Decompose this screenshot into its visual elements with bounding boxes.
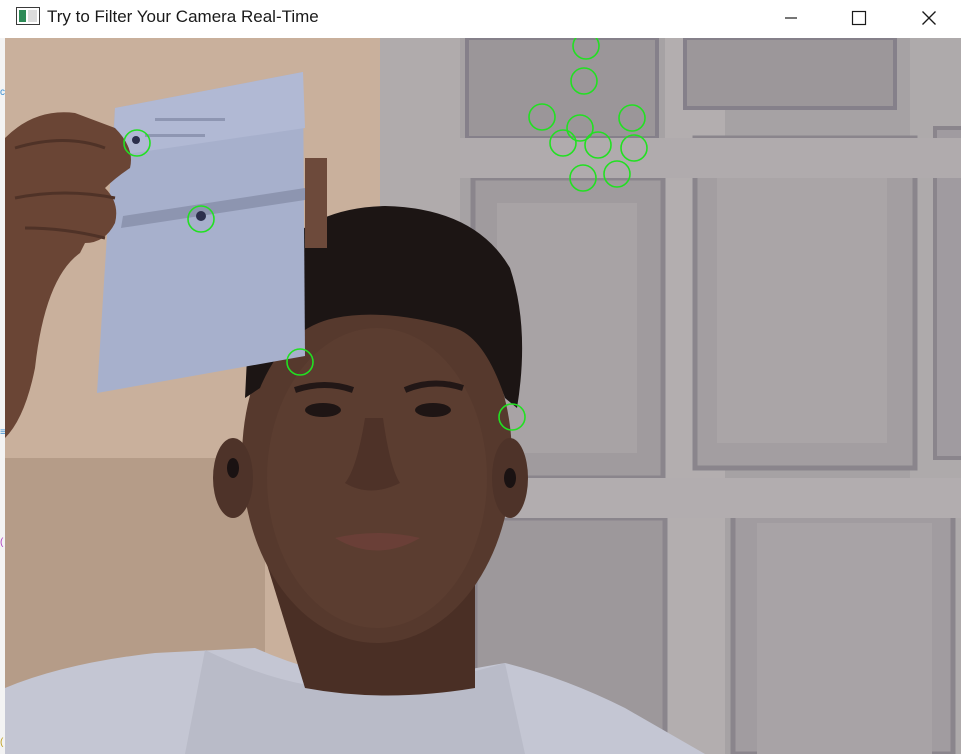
opencv-window-icon (16, 7, 40, 25)
close-icon (921, 10, 937, 26)
background-mark: ( (0, 537, 4, 548)
minimize-button[interactable] (768, 0, 814, 36)
maximize-button[interactable] (836, 0, 882, 36)
close-button[interactable] (906, 0, 952, 36)
window-title: Try to Filter Your Camera Real-Time (47, 7, 319, 26)
title-bar[interactable]: Try to Filter Your Camera Real-Time (0, 0, 961, 38)
minimize-icon (784, 11, 798, 25)
camera-window: Try to Filter Your Camera Real-Time c ≡ … (0, 0, 961, 754)
camera-feed (5, 38, 961, 754)
maximize-icon (851, 10, 867, 26)
camera-image (5, 38, 961, 754)
background-mark: ( (0, 737, 4, 748)
